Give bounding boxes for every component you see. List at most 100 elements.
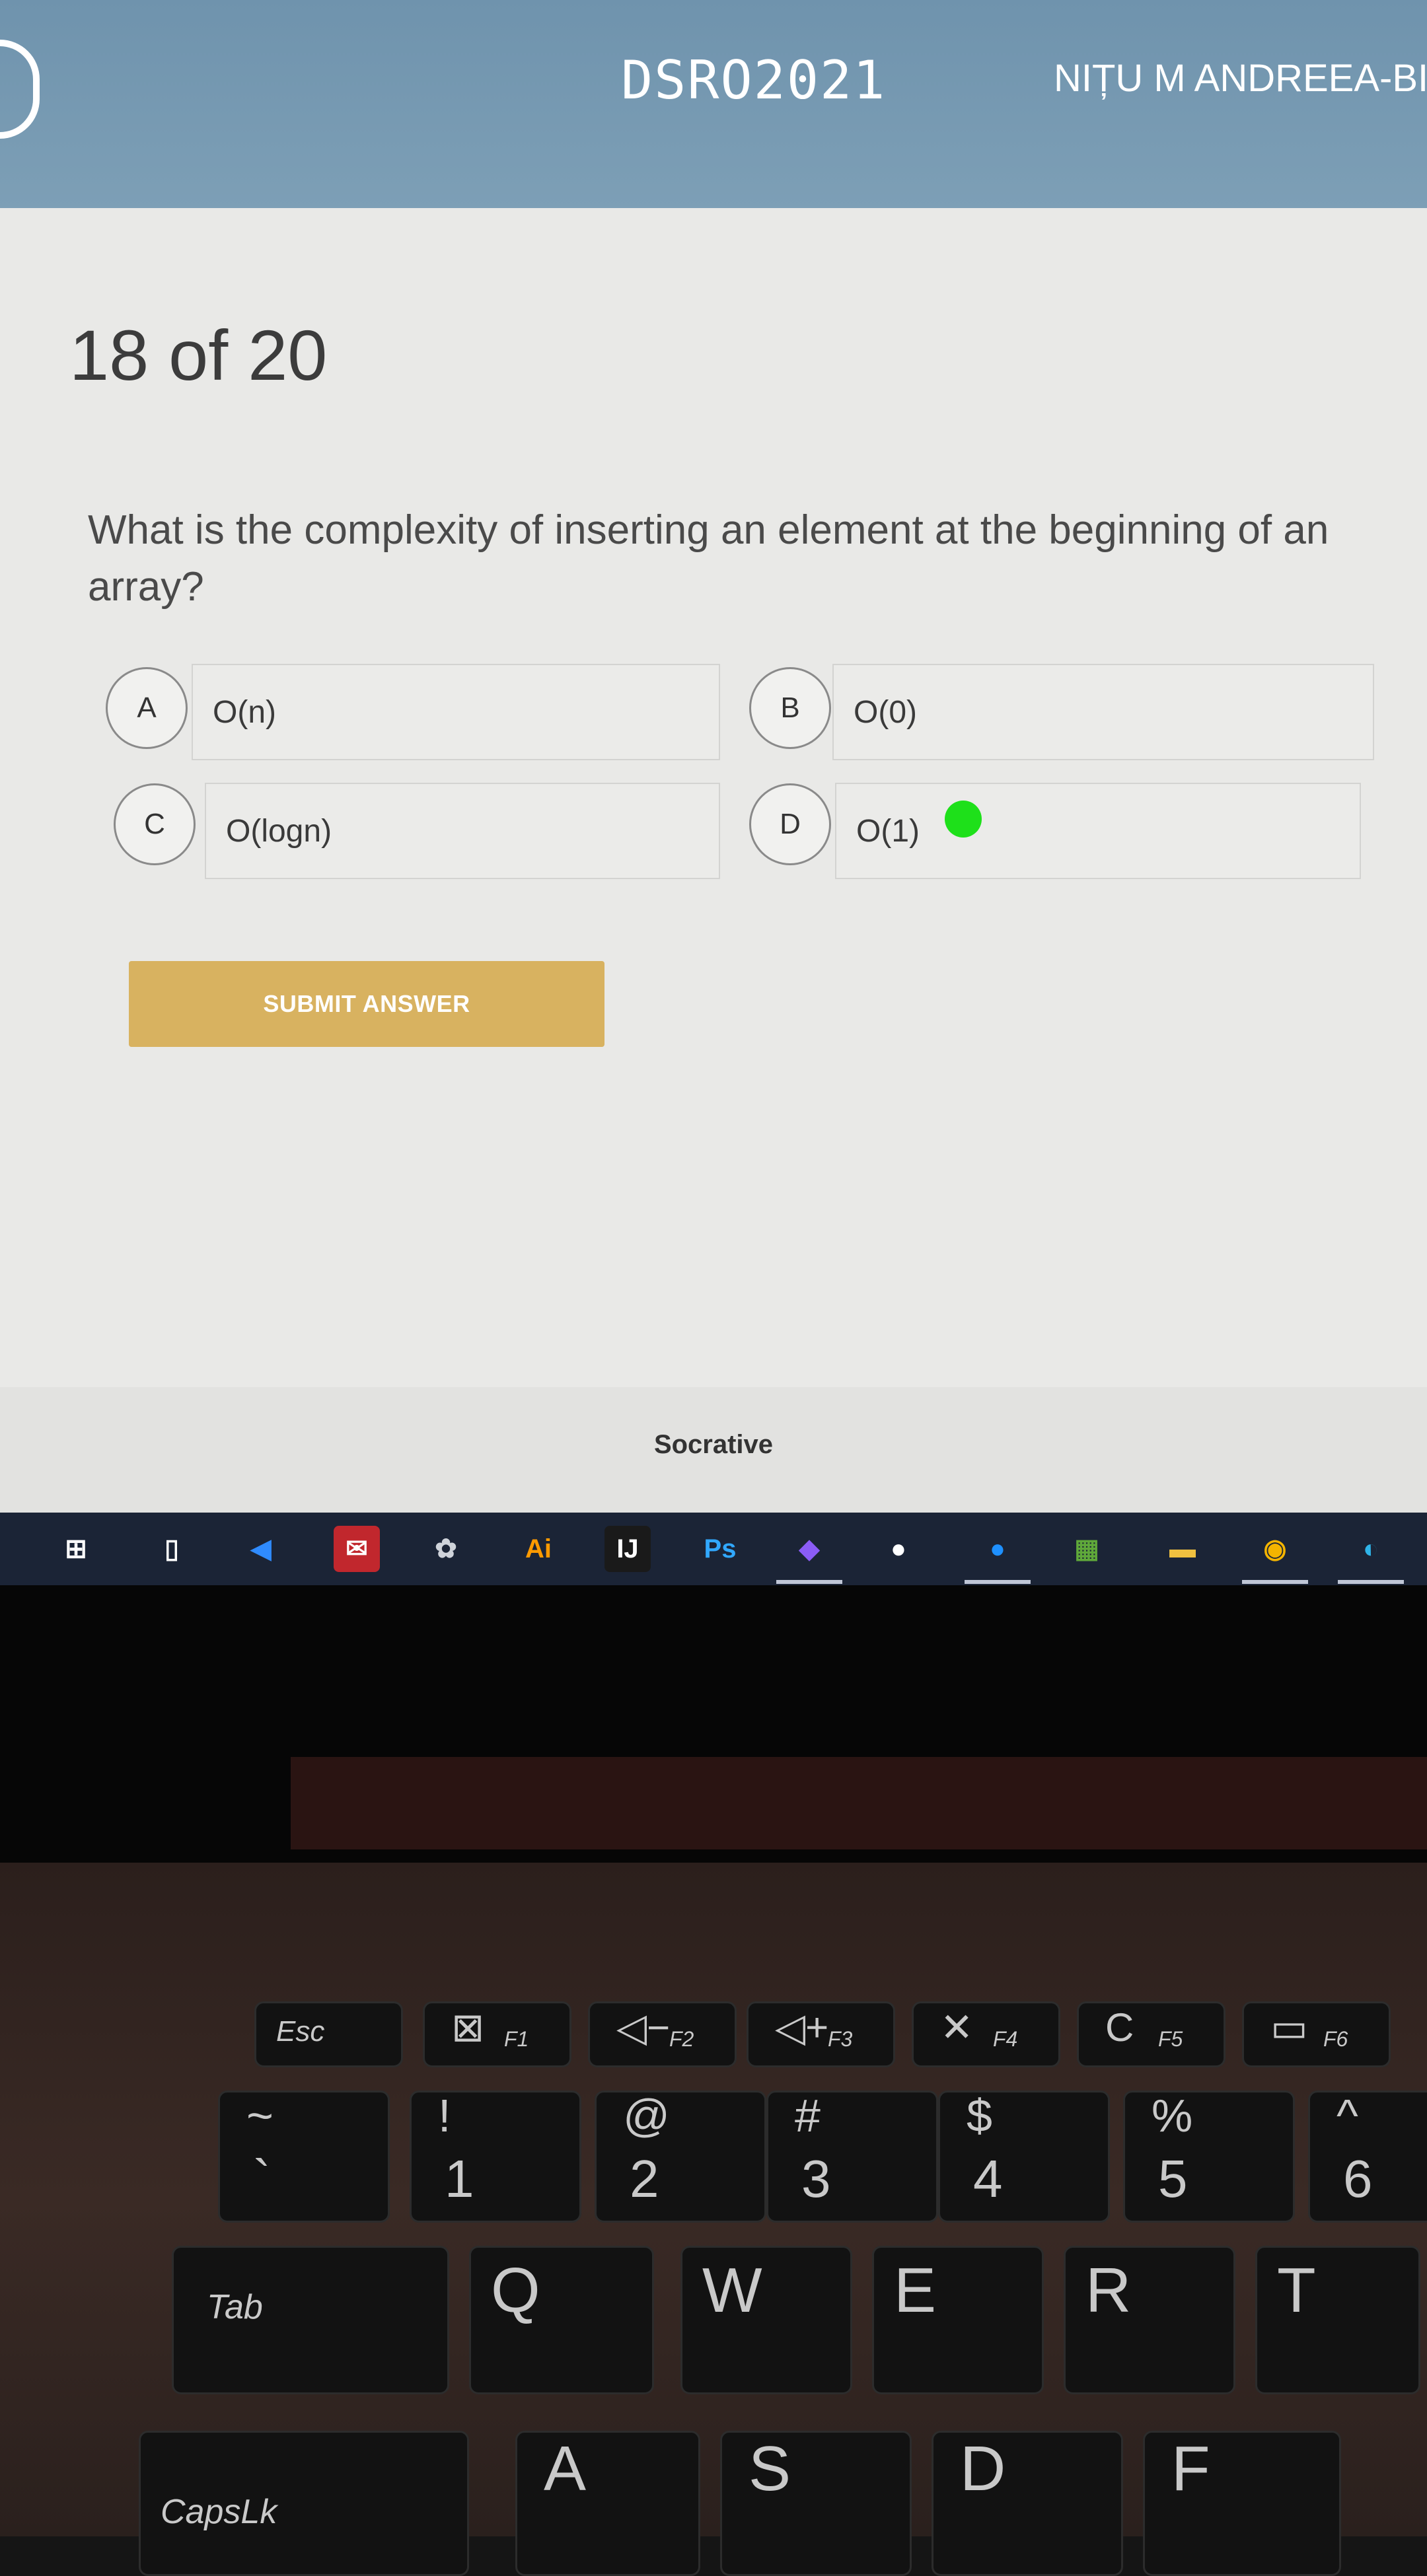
key-w-label: W <box>702 2255 762 2326</box>
key-w: W <box>680 2246 852 2394</box>
key-num-5-label: 5 <box>1158 2149 1188 2208</box>
key-num-0-label: ` <box>253 2149 271 2208</box>
submit-answer-button[interactable]: SUBMIT ANSWER <box>129 961 604 1047</box>
key-num-4-label: 4 <box>973 2149 1003 2208</box>
choice-c-box[interactable]: O(logn) <box>205 783 720 879</box>
task-view-icon[interactable]: ▯ <box>149 1526 195 1572</box>
github-icon[interactable]: ● <box>875 1526 922 1572</box>
key-num-1-label: ! <box>438 2090 451 2141</box>
choice-b-box[interactable]: O(0) <box>832 664 1374 760</box>
key-num-3-label: 3 <box>801 2149 831 2208</box>
chat-icon[interactable]: ● <box>965 1526 1031 1584</box>
choice-a-letter[interactable]: A <box>106 667 188 749</box>
key-fn-0-label: Esc <box>276 2015 325 2048</box>
key-f-label: F <box>1171 2433 1210 2504</box>
choice-c-text: O(logn) <box>226 813 332 849</box>
key-e-label: E <box>894 2255 937 2326</box>
key-fn-1: ⊠ F1 <box>423 2001 571 2067</box>
key-num-6: ^ 6 <box>1308 2090 1427 2223</box>
key-num-0-label: ~ <box>246 2090 274 2141</box>
file-explorer-icon[interactable]: ▬ <box>1159 1526 1206 1572</box>
key-fn-2-label: ◁− <box>616 2005 671 2050</box>
choice-a-text: O(n) <box>213 694 276 730</box>
visual-studio-icon[interactable]: ◆ <box>776 1526 842 1584</box>
edge-icon[interactable]: ◐ <box>1338 1526 1404 1584</box>
minecraft-icon[interactable]: ▦ <box>1064 1526 1110 1572</box>
key-fn-4-label: ✕ <box>940 2005 974 2050</box>
choice-a-box[interactable]: O(n) <box>192 664 720 760</box>
student-name: NIȚU M ANDREEA-BI <box>1054 57 1427 100</box>
browser-viewport: DSRO2021 NIȚU M ANDREEA-BI 18 of 20 What… <box>0 0 1427 1585</box>
illustrator-icon[interactable]: Ai <box>515 1526 562 1572</box>
key-tab: Tab <box>172 2246 449 2394</box>
key-num-6-label: 6 <box>1343 2149 1373 2208</box>
key-num-2-label: @ <box>623 2090 671 2141</box>
key-fn-2: ◁− F2 <box>588 2001 737 2067</box>
key-num-0: ~ ` <box>218 2090 390 2223</box>
vscode-icon[interactable]: ◀ <box>238 1526 284 1572</box>
laptop-hinge <box>291 1757 1427 1849</box>
key-capslk-label: CapsLk <box>161 2493 277 2531</box>
key-fn-6-label: ▭ <box>1270 2005 1308 2050</box>
choice-b-text: O(0) <box>854 694 917 730</box>
key-fn-6-label: F6 <box>1323 2027 1348 2051</box>
key-fn-6: ▭ F6 <box>1242 2001 1391 2067</box>
key-fn-5: C F5 <box>1077 2001 1226 2067</box>
key-t-label: T <box>1277 2255 1316 2326</box>
key-num-1: ! 1 <box>410 2090 581 2223</box>
key-num-3: #3 <box>766 2090 938 2223</box>
key-num-5-label: % <box>1152 2090 1193 2141</box>
key-r-label: R <box>1085 2255 1132 2326</box>
key-t: T <box>1255 2246 1420 2394</box>
key-num-1-label: 1 <box>445 2149 474 2208</box>
key-fn-2-label: F2 <box>669 2027 694 2051</box>
quiz-header: DSRO2021 NIȚU M ANDREEA-BI <box>0 0 1427 208</box>
laptop-keyboard-deck: Esc ⊠ F1 ◁− F2 ◁+ F3 ✕ F4 C F5 ▭ F6 ~ `! 1 @2 #3 $4% 5 ^ 6 Tab… <box>0 1863 1427 2576</box>
key-num-3-label: # <box>795 2090 821 2141</box>
question-progress: 18 of 20 <box>69 315 328 395</box>
choice-d-letter[interactable]: D <box>749 783 831 865</box>
socrative-logo-icon <box>0 40 40 139</box>
key-num-5: % 5 <box>1123 2090 1295 2223</box>
chrome-icon[interactable]: ◉ <box>1242 1526 1308 1584</box>
key-fn-1-label: ⊠ <box>451 2005 485 2050</box>
choice-d-text: O(1) <box>856 813 920 849</box>
photoshop-icon[interactable]: Ps <box>697 1526 743 1572</box>
key-fn-0: Esc <box>254 2001 403 2067</box>
key-r: R <box>1064 2246 1235 2394</box>
key-num-6-label: ^ <box>1336 2090 1358 2141</box>
key-e: E <box>872 2246 1044 2394</box>
key-f: F <box>1143 2431 1341 2576</box>
choice-c-letter[interactable]: C <box>114 783 196 865</box>
key-fn-4-label: F4 <box>993 2027 1018 2051</box>
key-s: S <box>720 2431 912 2576</box>
intellij-icon[interactable]: IJ <box>604 1526 651 1572</box>
windows-start-icon[interactable]: ⊞ <box>53 1526 99 1572</box>
choice-d-box[interactable]: O(1) <box>835 783 1361 879</box>
choice-b-letter[interactable]: B <box>749 667 831 749</box>
room-name: DSRO2021 <box>621 50 887 111</box>
key-fn-5-label: C <box>1105 2005 1134 2050</box>
key-fn-1-label: F1 <box>504 2027 529 2051</box>
key-num-4-label: $ <box>967 2090 992 2141</box>
key-fn-3: ◁+ F3 <box>747 2001 895 2067</box>
question-text: What is the complexity of inserting an e… <box>88 507 1329 610</box>
key-a: A <box>515 2431 700 2576</box>
key-num-2-label: 2 <box>630 2149 659 2208</box>
page-footer: Socrative <box>0 1387 1427 1513</box>
key-q-label: Q <box>491 2255 540 2326</box>
key-d: D <box>932 2431 1123 2576</box>
mail-icon[interactable]: ✉ <box>334 1526 380 1572</box>
key-fn-5-label: F5 <box>1158 2027 1183 2051</box>
key-fn-3-label: F3 <box>828 2027 853 2051</box>
footer-brand: Socrative <box>653 1430 774 1459</box>
windows-taskbar: ⊞ ▯ ◀ ✉ ✿ Ai IJ Ps ◆ ● ● ▦ ▬ ◉ ◐ <box>0 1513 1427 1585</box>
key-q: Q <box>469 2246 654 2394</box>
key-fn-4: ✕ F4 <box>912 2001 1060 2067</box>
key-s-label: S <box>749 2433 791 2504</box>
key-num-2: @2 <box>595 2090 766 2223</box>
key-capslk: CapsLk <box>139 2431 469 2576</box>
key-d-label: D <box>960 2433 1006 2504</box>
app-icon[interactable]: ✿ <box>423 1526 469 1572</box>
key-fn-3-label: ◁+ <box>775 2005 829 2050</box>
